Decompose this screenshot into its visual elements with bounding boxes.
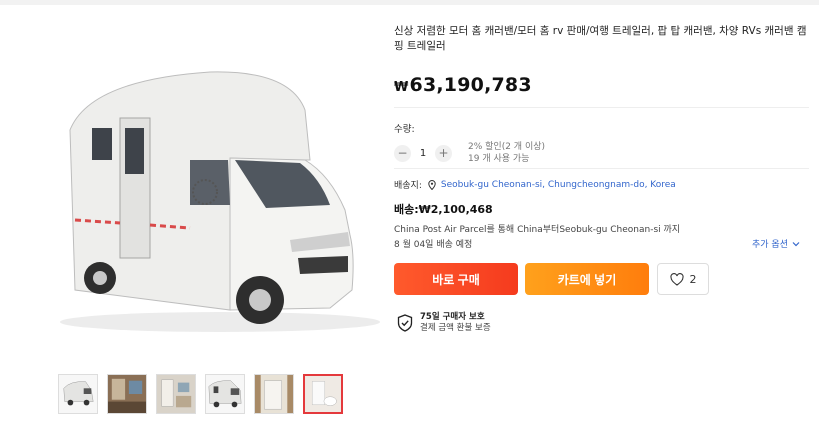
quantity-info: 2% 할인(2 개 이상) 19 개 사용 가능 bbox=[468, 141, 545, 165]
chevron-down-icon bbox=[792, 241, 800, 246]
product-main-image[interactable] bbox=[30, 60, 380, 350]
protection-title: 75일 구매자 보호 bbox=[420, 312, 485, 322]
more-options-label: 추가 옵션 bbox=[752, 240, 788, 250]
product-title: 신상 저렴한 모터 홈 캐러밴/모터 홈 rv 판매/여행 트레일러, 팝 탑 … bbox=[394, 25, 807, 52]
ship-to-label: 배송지: bbox=[394, 181, 422, 191]
ship-to-location-link[interactable]: Seobuk-gu Cheonan-si, Chungcheongnam-do,… bbox=[441, 180, 676, 190]
divider bbox=[394, 107, 809, 108]
more-options-link[interactable]: 추가 옵션 bbox=[752, 237, 800, 250]
shield-check-icon bbox=[397, 314, 413, 332]
ship-to-row: 배송지: Seobuk-gu Cheonan-si, Chungcheongna… bbox=[394, 178, 676, 191]
quantity-label: 수량: bbox=[394, 124, 415, 135]
divider bbox=[394, 168, 809, 169]
thumbnail-6[interactable] bbox=[303, 374, 343, 414]
wishlist-count: 2 bbox=[689, 272, 697, 286]
top-bar bbox=[0, 0, 819, 5]
available-stock: 19 개 사용 가능 bbox=[468, 154, 530, 164]
product-price: ₩63,190,783 bbox=[394, 74, 532, 96]
increment-button[interactable]: + bbox=[435, 144, 452, 162]
wishlist-button[interactable]: 2 bbox=[657, 263, 709, 295]
thumbnail-2[interactable] bbox=[107, 374, 147, 414]
decrement-button[interactable]: − bbox=[394, 144, 411, 162]
add-to-cart-button[interactable]: 카트에 넣기 bbox=[525, 263, 649, 295]
thumbnail-3[interactable] bbox=[156, 374, 196, 414]
thumbnail-5[interactable] bbox=[254, 374, 294, 414]
price-value: 63,190,783 bbox=[409, 74, 532, 96]
map-pin-icon bbox=[428, 179, 436, 190]
protection-subtitle: 결제 금액 환불 보증 bbox=[420, 323, 491, 333]
shipping-fee: 배송:₩2,100,468 bbox=[394, 203, 493, 216]
thumbnail-4[interactable] bbox=[205, 374, 245, 414]
buyer-protection: 75일 구매자 보호 결제 금액 환불 보증 bbox=[397, 312, 491, 334]
delivery-estimate: 8 월 04일 배송 예정 bbox=[394, 240, 473, 250]
heart-icon bbox=[669, 272, 684, 286]
discount-note: 2% 할인(2 개 이상) bbox=[468, 142, 546, 152]
thumbnail-1[interactable] bbox=[58, 374, 98, 414]
quantity-input[interactable]: 1 bbox=[411, 148, 435, 159]
shipping-method: China Post Air Parcel를 통해 China부터Seobuk-… bbox=[394, 225, 681, 235]
quantity-stepper: − 1 + 2% 할인(2 개 이상) 19 개 사용 가능 bbox=[394, 141, 545, 165]
buy-now-button[interactable]: 바로 구매 bbox=[394, 263, 518, 295]
currency-symbol: ₩ bbox=[394, 80, 409, 95]
thumbnail-strip bbox=[58, 374, 343, 414]
